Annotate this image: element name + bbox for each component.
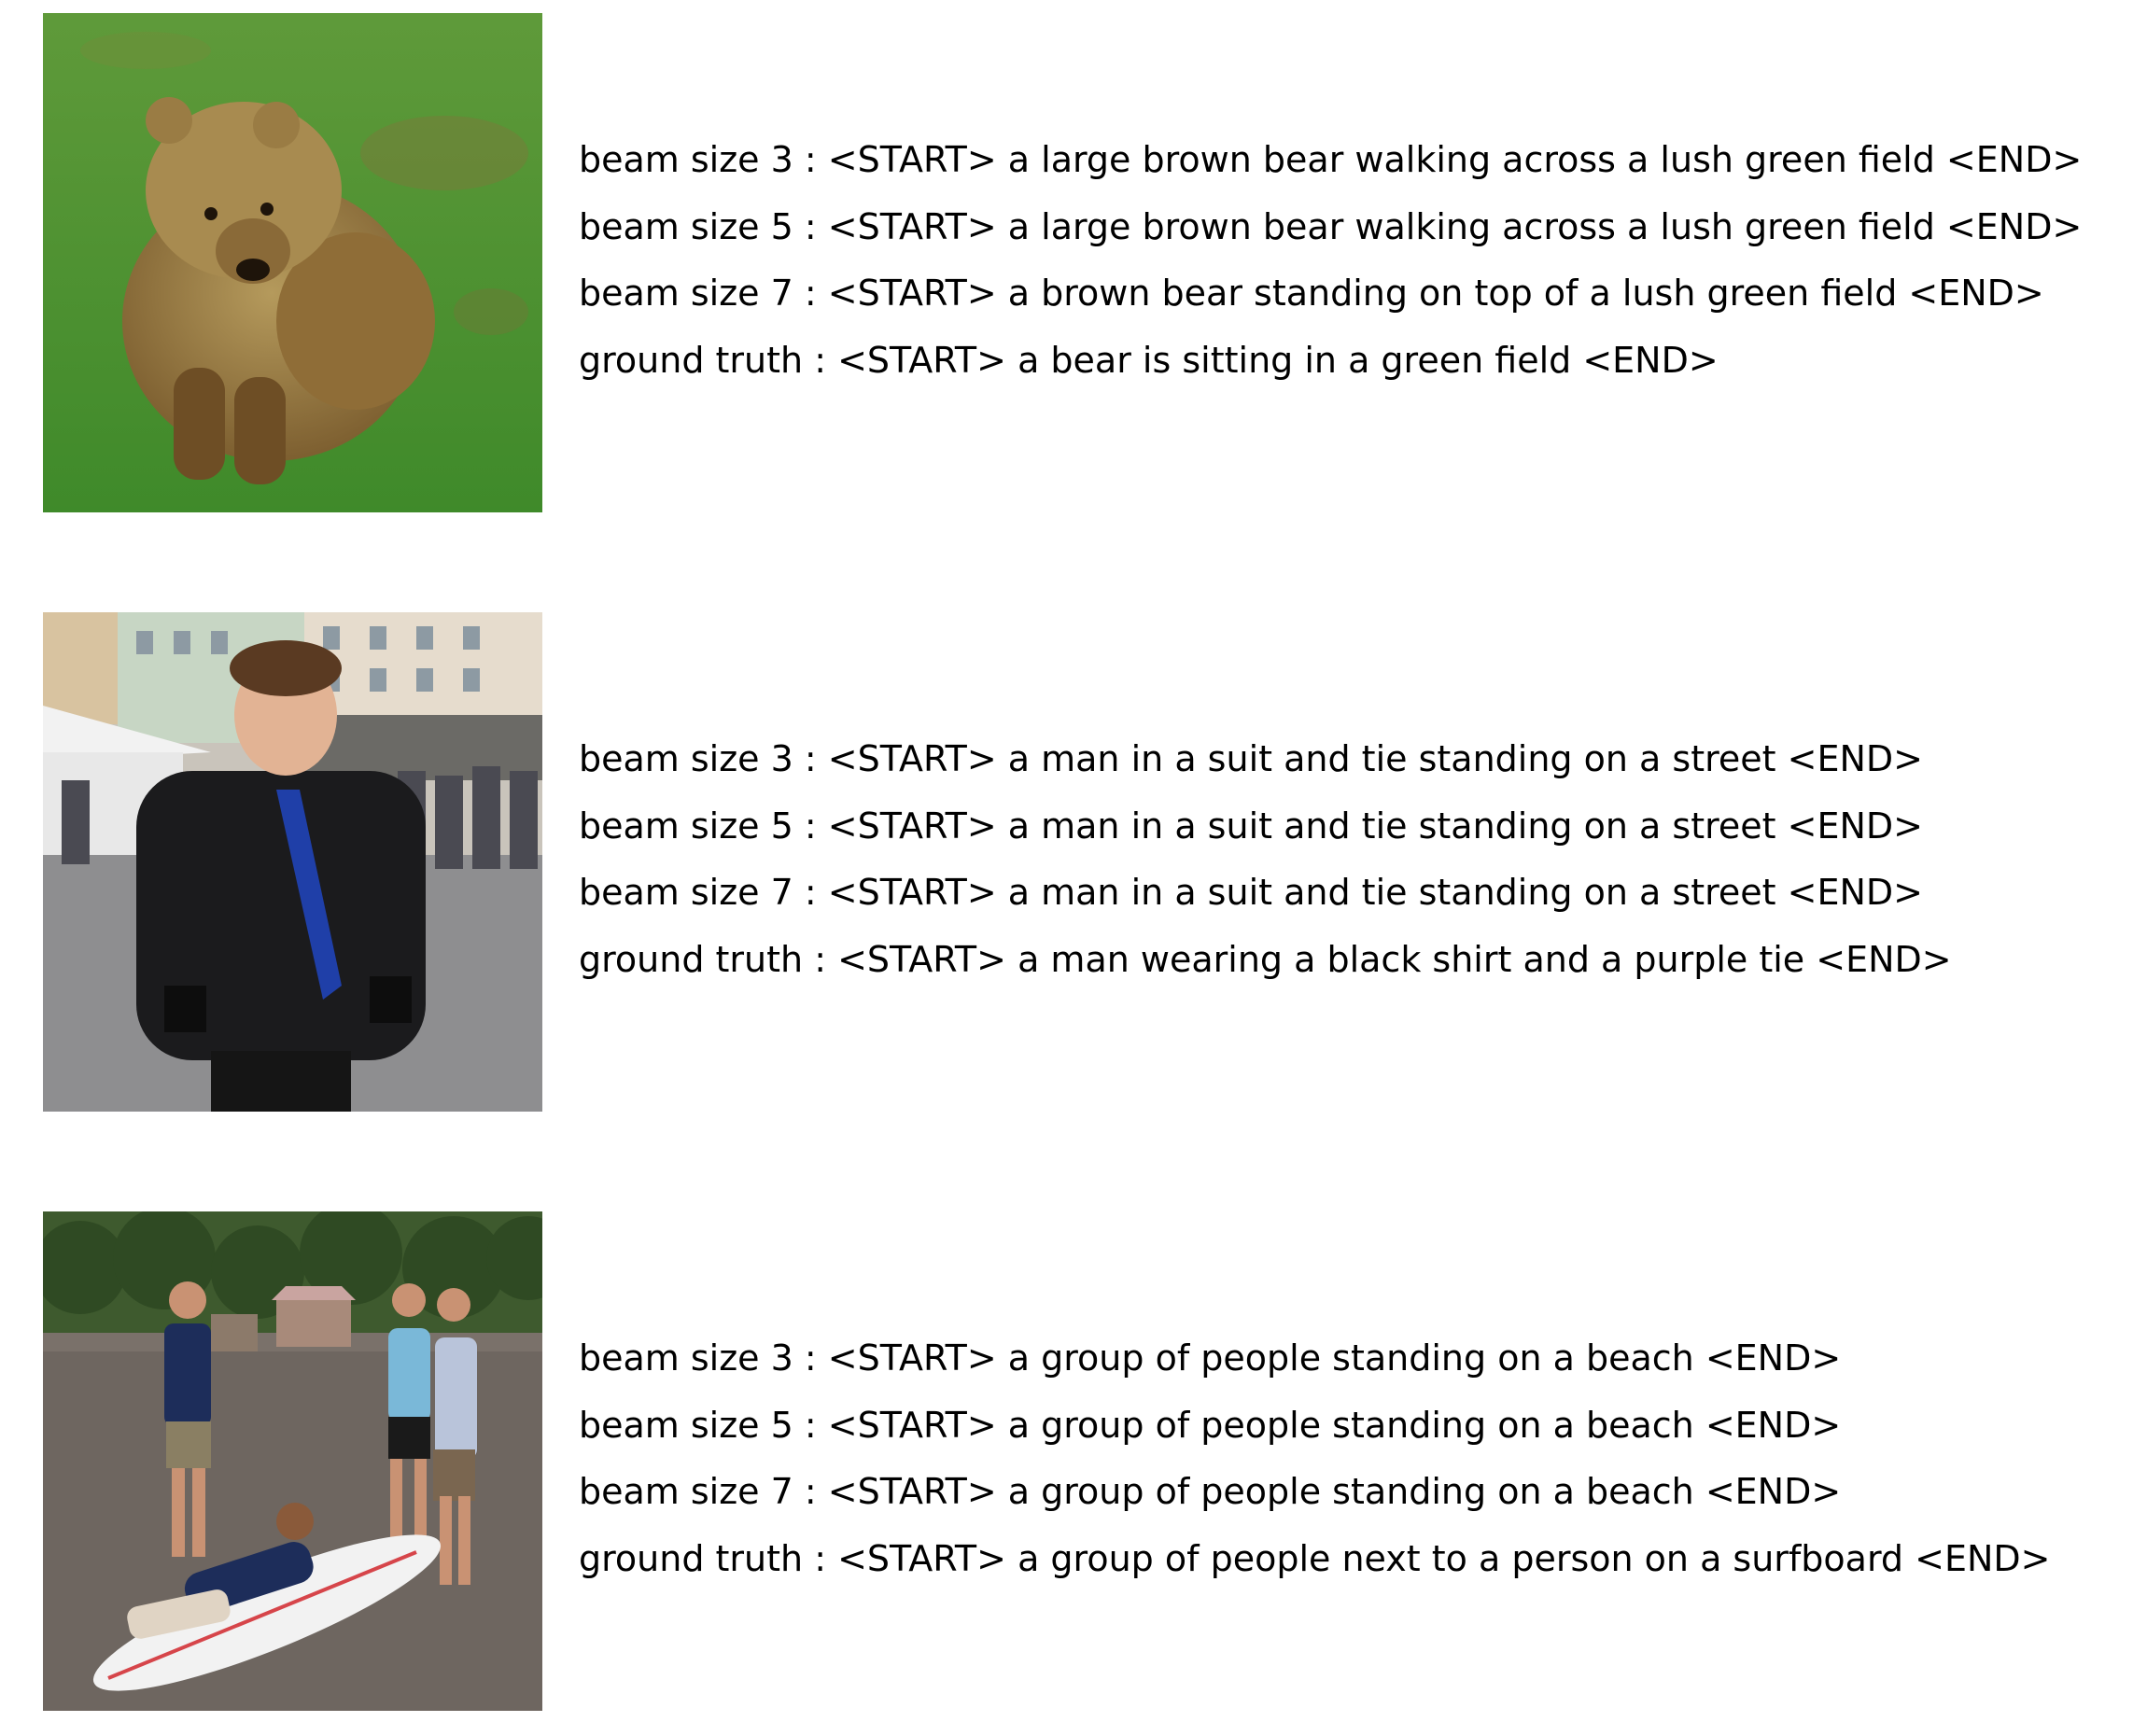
example-row: beam size 3 : <START> a large brown bear…: [0, 13, 2133, 512]
man-photo: [43, 612, 542, 1112]
caption-list: beam size 3 : <START> a large brown bear…: [579, 127, 2119, 394]
example-row: beam size 3 : <START> a group of people …: [0, 1211, 2133, 1711]
caption-beam-3: beam size 3 : <START> a group of people …: [579, 1337, 1842, 1379]
caption-beam-7: beam size 7 : <START> a brown bear stand…: [579, 273, 2044, 314]
caption-beam-7: beam size 7 : <START> a group of people …: [579, 1471, 1842, 1512]
caption-beam-5: beam size 5 : <START> a group of people …: [579, 1404, 1842, 1446]
example-row: beam size 3 : <START> a man in a suit an…: [0, 612, 2133, 1112]
bear-photo: [43, 13, 542, 512]
caption-beam-5: beam size 5 : <START> a large brown bear…: [579, 205, 2083, 247]
beach-photo: [43, 1211, 542, 1711]
caption-beam-3: beam size 3 : <START> a large brown bear…: [579, 139, 2083, 180]
caption-ground-truth: ground truth : <START> a man wearing a b…: [579, 938, 1952, 980]
caption-list: beam size 3 : <START> a group of people …: [579, 1325, 2119, 1592]
caption-beam-3: beam size 3 : <START> a man in a suit an…: [579, 738, 1923, 779]
caption-beam-5: beam size 5 : <START> a man in a suit an…: [579, 805, 1923, 847]
caption-list: beam size 3 : <START> a man in a suit an…: [579, 726, 2119, 993]
caption-beam-7: beam size 7 : <START> a man in a suit an…: [579, 872, 1923, 913]
caption-ground-truth: ground truth : <START> a bear is sitting…: [579, 339, 1719, 381]
caption-ground-truth: ground truth : <START> a group of people…: [579, 1537, 2051, 1579]
